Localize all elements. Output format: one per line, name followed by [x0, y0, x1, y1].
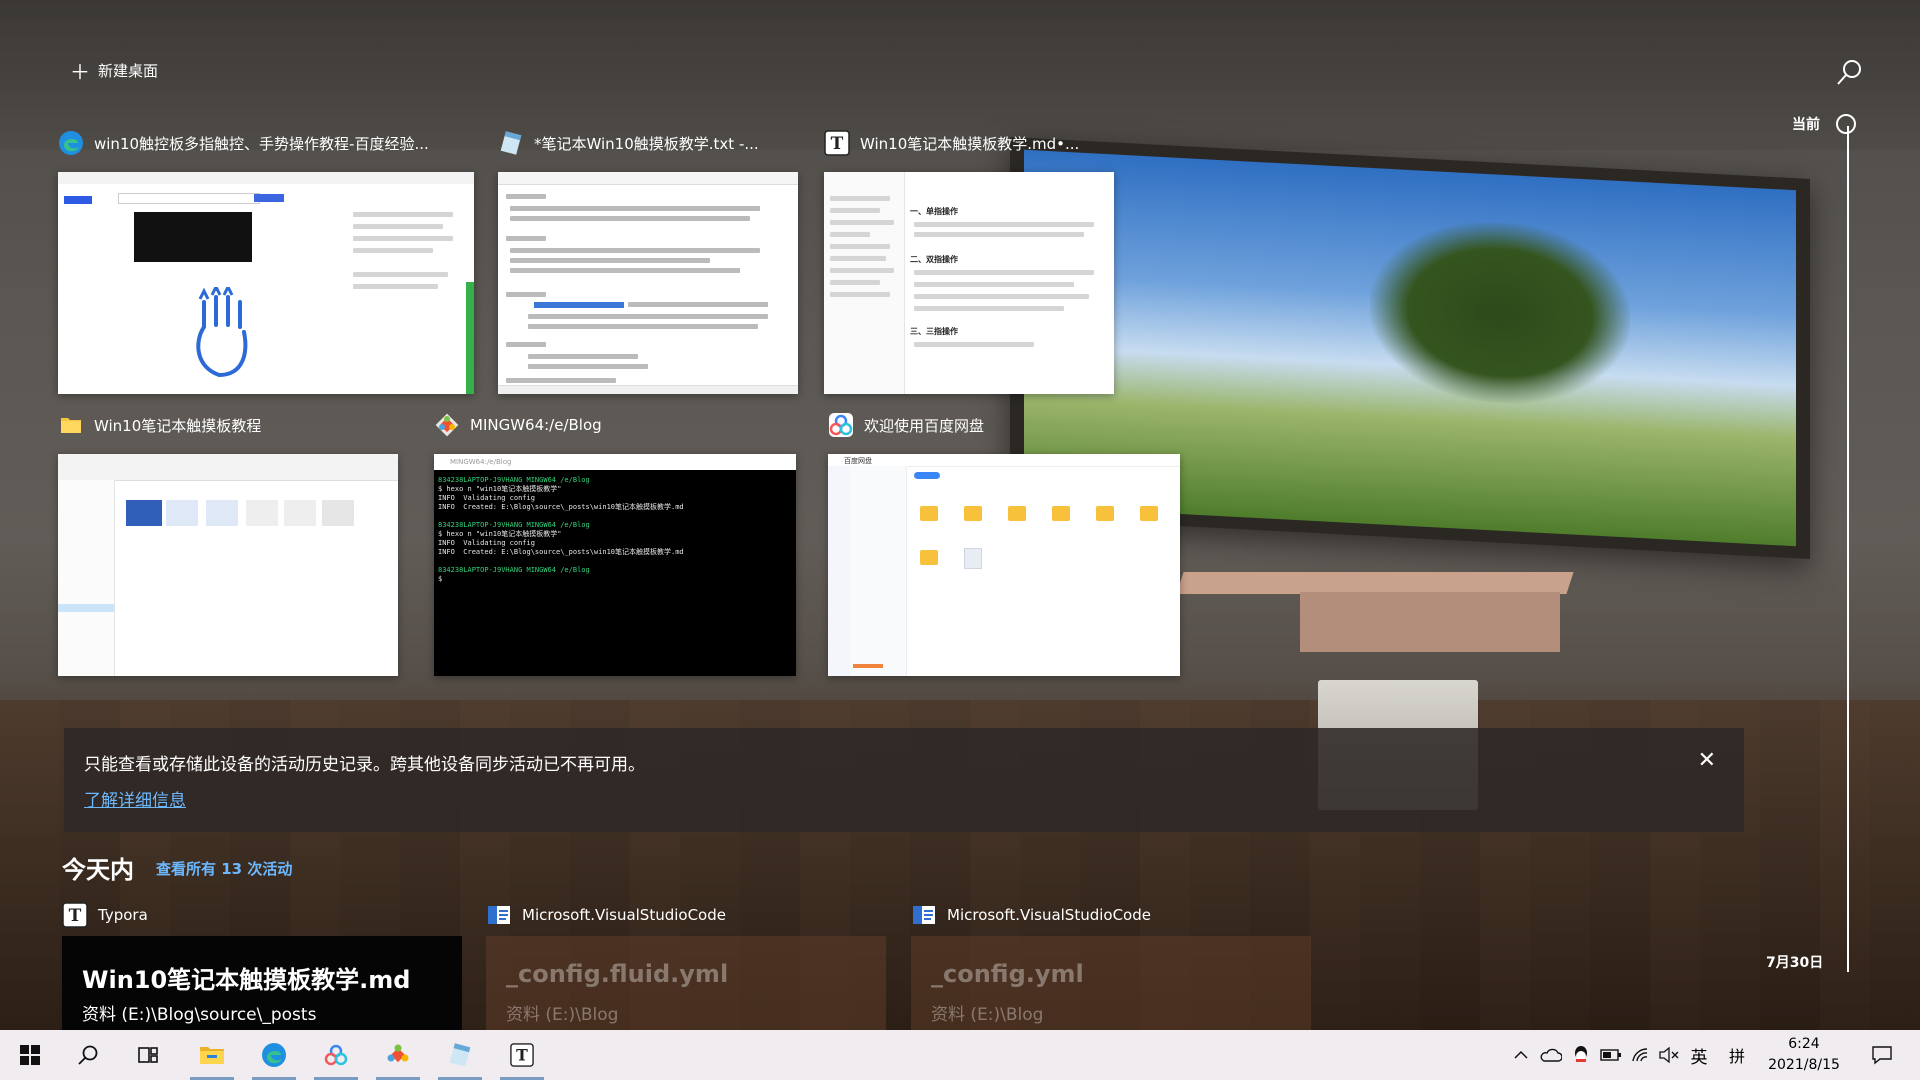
window-title: *笔记本Win10触摸板教学.txt -...: [534, 134, 759, 153]
window-card-explorer[interactable]: Win10笔记本触摸板教程: [58, 412, 398, 676]
ime-language-indicator[interactable]: 英: [1686, 1030, 1712, 1080]
activity-item[interactable]: T Typora Win10笔记本触摸板教学.md 资料 (E:)\Blog\s…: [62, 902, 462, 1036]
window-thumbnail[interactable]: 百度网盘: [828, 454, 1180, 676]
clock-time: 6:24: [1788, 1036, 1820, 1052]
vscode-icon: [486, 902, 512, 928]
terminal-output: 834238LAPTOP-J9VHANG MINGW64 /e/Blog $ h…: [438, 476, 684, 583]
chevron-up-icon[interactable]: [1508, 1030, 1534, 1080]
taskbar: T 英 拼 6:24 2021/8/15: [0, 1030, 1920, 1080]
typora-icon: T: [62, 902, 88, 928]
activity-app-name: Typora: [98, 906, 148, 924]
terminal-titlebar: MINGW64:/e/Blog: [434, 454, 796, 470]
battery-icon[interactable]: [1598, 1030, 1624, 1080]
activity-path: 资料 (E:)\Blog\source\_posts: [82, 1005, 317, 1025]
activity-title: _config.yml: [931, 960, 1084, 988]
search-icon[interactable]: [60, 1030, 116, 1080]
system-clock[interactable]: 6:24 2021/8/15: [1768, 1034, 1840, 1076]
activity-title: _config.fluid.yml: [506, 960, 729, 988]
window-title: MINGW64:/e/Blog: [470, 416, 602, 434]
window-title: 欢迎使用百度网盘: [864, 416, 985, 435]
plus-icon: ＋: [70, 60, 90, 84]
typora-icon: T: [824, 130, 850, 156]
action-center-icon[interactable]: [1864, 1030, 1900, 1080]
activity-app-name: Microsoft.VisualStudioCode: [522, 906, 726, 924]
window-thumbnail[interactable]: MINGW64:/e/Blog 834238LAPTOP-J9VHANG MIN…: [434, 454, 796, 676]
typora-heading: 三、三指操作: [910, 327, 958, 336]
section-title-today: 今天内: [62, 856, 134, 884]
timeline-handle[interactable]: [1836, 114, 1856, 134]
sync-notice-banner: 只能查看或存储此设备的活动历史记录。跨其他设备同步活动已不再可用。 了解详细信息…: [64, 728, 1744, 832]
activity-path: 资料 (E:)\Blog: [506, 1005, 619, 1025]
window-thumbnail[interactable]: 一、单指操作 二、双指操作 三、三指操作: [824, 172, 1114, 394]
clock-date: 2021/8/15: [1768, 1057, 1840, 1073]
git-icon: [434, 412, 460, 438]
volume-muted-icon[interactable]: [1656, 1030, 1682, 1080]
new-desktop-button[interactable]: ＋ 新建桌面: [70, 56, 158, 85]
window-card-edge[interactable]: win10触控板多指触控、手势操作教程-百度经验...: [58, 130, 474, 394]
typora-heading: 二、双指操作: [910, 255, 958, 264]
new-desktop-label: 新建桌面: [98, 62, 159, 80]
netdisk-app-name: 百度网盘: [844, 457, 872, 465]
gesture-hand-icon: [174, 283, 264, 382]
activity-title: Win10笔记本触摸板教学.md: [82, 966, 411, 994]
window-card-terminal[interactable]: MINGW64:/e/Blog MINGW64:/e/Blog 834238LA…: [434, 412, 796, 676]
svg-text:T: T: [516, 1046, 528, 1065]
typora-heading: 一、单指操作: [910, 207, 958, 216]
timeline-scrollbar[interactable]: [1847, 126, 1849, 972]
activity-path: 资料 (E:)\Blog: [931, 1005, 1044, 1025]
vscode-icon: [911, 902, 937, 928]
baidu-netdisk-icon: [828, 412, 854, 438]
baidu-netdisk-icon[interactable]: [308, 1030, 364, 1080]
onedrive-icon[interactable]: [1538, 1030, 1564, 1080]
file-explorer-icon[interactable]: [184, 1030, 240, 1080]
activity-item[interactable]: Microsoft.VisualStudioCode _config.fluid…: [486, 902, 886, 1036]
folder-icon: [58, 412, 84, 438]
window-title: win10触控板多指触控、手势操作教程-百度经验...: [94, 134, 429, 153]
activity-card[interactable]: _config.yml 资料 (E:)\Blog: [911, 936, 1311, 1036]
window-card-notepad[interactable]: *笔记本Win10触摸板教学.txt -...: [498, 130, 798, 394]
activity-card[interactable]: Win10笔记本触摸板教学.md 资料 (E:)\Blog\source\_po…: [62, 936, 462, 1036]
window-thumbnail[interactable]: [58, 172, 474, 394]
task-view-icon[interactable]: [120, 1030, 176, 1080]
typora-icon[interactable]: T: [494, 1030, 550, 1080]
window-thumbnail[interactable]: [498, 172, 798, 394]
edge-icon[interactable]: [246, 1030, 302, 1080]
activity-card[interactable]: _config.fluid.yml 资料 (E:)\Blog: [486, 936, 886, 1036]
activity-app-name: Microsoft.VisualStudioCode: [947, 906, 1151, 924]
see-all-activities-link[interactable]: 查看所有 13 次活动: [156, 858, 292, 879]
start-icon[interactable]: [2, 1030, 58, 1080]
ime-mode-indicator[interactable]: 拼: [1724, 1030, 1750, 1080]
window-card-netdisk[interactable]: 欢迎使用百度网盘 百度网盘: [828, 412, 1180, 676]
window-title: Win10笔记本触摸板教学.md•...: [860, 134, 1080, 153]
timeline-date-label: 7月30日: [1766, 955, 1824, 971]
qq-icon[interactable]: [1568, 1030, 1594, 1080]
svg-text:T: T: [69, 906, 82, 926]
learn-more-link[interactable]: 了解详细信息: [84, 786, 186, 811]
activity-item[interactable]: Microsoft.VisualStudioCode _config.yml 资…: [911, 902, 1311, 1036]
notice-message: 只能查看或存储此设备的活动历史记录。跨其他设备同步活动已不再可用。: [84, 755, 645, 775]
search-icon[interactable]: [1834, 58, 1864, 88]
notepad-icon: [498, 130, 524, 156]
window-card-typora[interactable]: T Win10笔记本触摸板教学.md•... 一、单指操作 二、双指操作 三、三…: [824, 130, 1114, 394]
edge-icon: [58, 130, 84, 156]
git-icon[interactable]: [370, 1030, 426, 1080]
svg-text:T: T: [831, 134, 844, 154]
notepad-icon[interactable]: [432, 1030, 488, 1080]
close-icon[interactable]: ✕: [1698, 748, 1716, 773]
window-title: Win10笔记本触摸板教程: [94, 416, 262, 435]
wifi-icon[interactable]: [1628, 1030, 1654, 1080]
timeline-current-label: 当前: [1792, 117, 1820, 133]
window-thumbnail[interactable]: [58, 454, 398, 676]
